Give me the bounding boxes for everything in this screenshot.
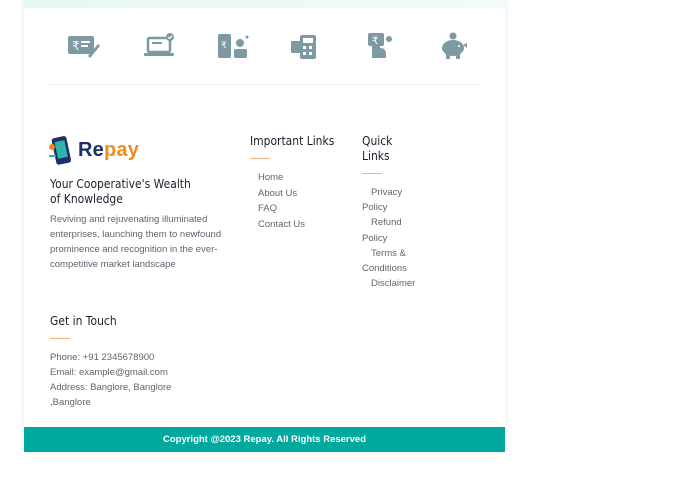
link-privacy-policy[interactable]: Privacy Policy: [362, 185, 426, 215]
link-privacy-policy-label: Privacy Policy: [362, 187, 403, 214]
contact-address: Address: Banglore, Banglore ,Banglore: [50, 382, 172, 408]
divider: [50, 84, 480, 85]
brand-tagline: Your Cooperative's Wealth of Knowledge: [50, 176, 191, 206]
rupee-cheque-icon: ₹: [66, 30, 100, 62]
link-home[interactable]: Home: [258, 170, 305, 186]
logo-text-re: Re: [78, 139, 104, 161]
heading-underline: [362, 173, 382, 174]
svg-text:₹: ₹: [372, 36, 378, 47]
copyright-text: Copyright @2023 Repay. All Rights Reserv…: [162, 434, 367, 445]
calculator-card-icon: [288, 30, 322, 62]
link-contact-us[interactable]: Contact Us: [258, 217, 305, 233]
brand-logo[interactable]: Repay: [48, 135, 158, 169]
service-icons-row: ₹ ₹ ₹: [66, 30, 467, 62]
link-terms-conditions-label: Terms & Conditions: [362, 247, 407, 275]
important-links-heading: Important Links: [250, 133, 335, 148]
copyright-bar: Copyright @2023 Repay. All Rights Reserv…: [24, 427, 505, 452]
quick-links-heading: Quick Links: [362, 133, 393, 163]
hand-money-icon: ₹: [362, 30, 396, 62]
get-in-touch-heading: Get in Touch: [50, 313, 117, 328]
top-band: [24, 0, 505, 8]
contact-info: Phone: +91 2345678900 Email: example@gma…: [50, 350, 200, 410]
contact-email: Email: example@gmail.com: [50, 367, 168, 378]
logo-text-pay: pay: [103, 139, 140, 161]
contact-phone: Phone: +91 2345678900: [50, 352, 155, 363]
footer-card: ₹ ₹ ₹ Repay Your Cooperative's Wealth of…: [24, 0, 505, 452]
laptop-check-icon: [142, 30, 176, 62]
link-disclaimer-label: Disclaimer: [371, 278, 416, 290]
link-about-us[interactable]: About Us: [258, 186, 305, 202]
logo-phone-icon: [49, 136, 72, 165]
brand-about: Reviving and rejuvenating illuminated en…: [50, 214, 222, 270]
logo-text: Repay: [78, 139, 139, 162]
important-links-list: Home About Us FAQ Contact Us: [258, 170, 305, 232]
heading-underline: [50, 338, 70, 339]
piggy-bank-icon: [436, 30, 470, 62]
mobile-cash-icon: ₹: [216, 30, 250, 62]
link-faq[interactable]: FAQ: [258, 201, 305, 217]
link-refund-policy-label: Refund Policy: [362, 217, 402, 244]
quick-links-list: Privacy Policy Refund Policy Terms & Con…: [362, 185, 426, 291]
heading-underline: [250, 158, 270, 159]
link-disclaimer[interactable]: Disclaimer: [362, 276, 426, 291]
svg-text:₹: ₹: [221, 41, 227, 51]
link-refund-policy[interactable]: Refund Policy: [362, 215, 426, 245]
svg-text:₹: ₹: [72, 39, 80, 53]
link-terms-conditions[interactable]: Terms & Conditions: [362, 246, 426, 276]
